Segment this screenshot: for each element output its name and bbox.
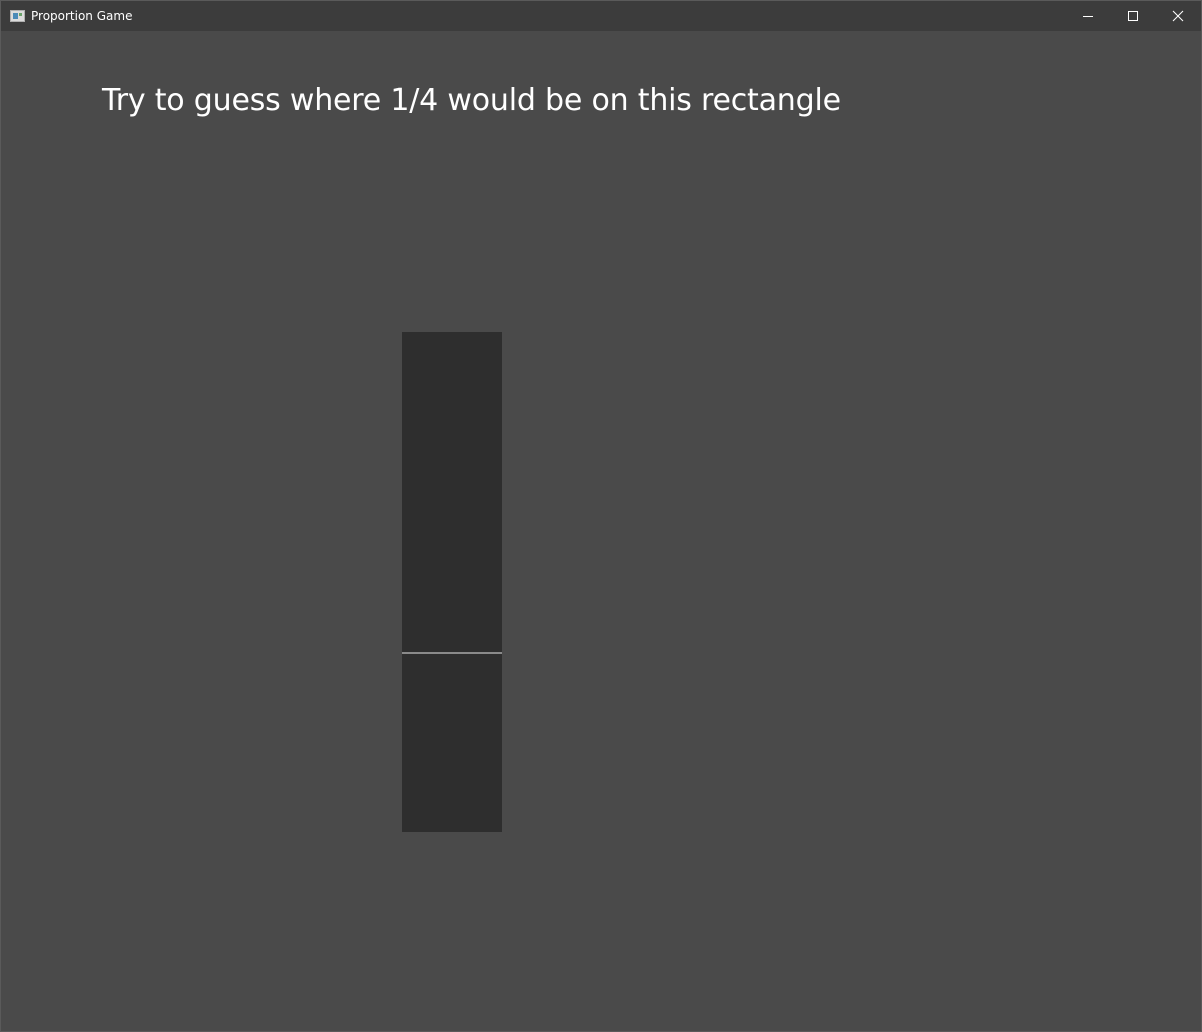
app-window-icon <box>10 10 25 22</box>
maximize-button[interactable] <box>1110 1 1155 31</box>
maximize-icon <box>1128 11 1138 21</box>
close-button[interactable] <box>1155 1 1200 31</box>
proportion-rectangle[interactable] <box>402 332 502 832</box>
game-window: Proportion Game Try to guess where 1/4 w… <box>0 0 1202 1032</box>
close-icon <box>1172 10 1184 22</box>
window-title: Proportion Game <box>31 9 133 23</box>
guess-line-marker[interactable] <box>402 652 502 654</box>
minimize-button[interactable] <box>1065 1 1110 31</box>
title-bar[interactable]: Proportion Game <box>1 1 1201 31</box>
minimize-icon <box>1083 16 1093 17</box>
game-prompt: Try to guess where 1/4 would be on this … <box>102 83 841 118</box>
